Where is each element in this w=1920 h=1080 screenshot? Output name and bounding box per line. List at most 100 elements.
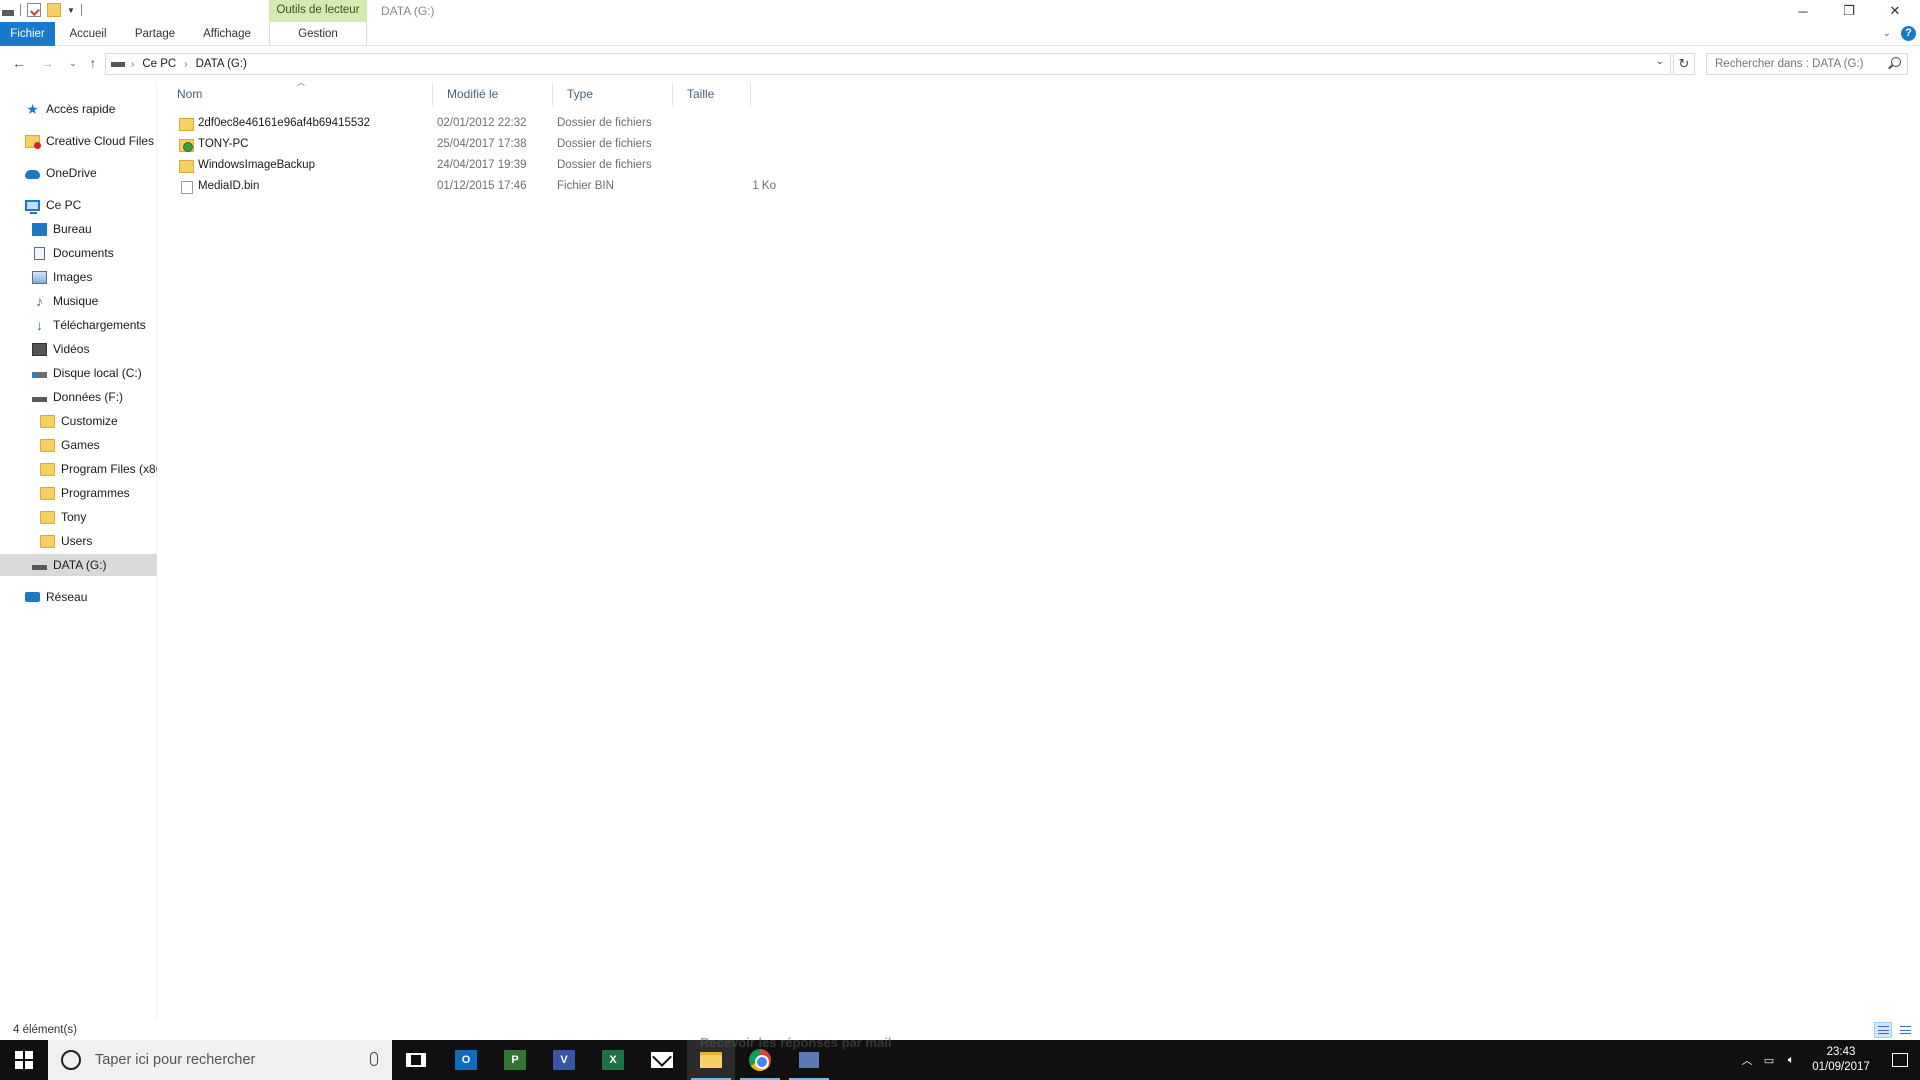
tab-fichier[interactable]: Fichier: [0, 22, 55, 46]
large-icons-view-icon: [1900, 1026, 1911, 1034]
breadcrumb-data-g[interactable]: DATA (G:): [196, 58, 247, 70]
tab-affichage[interactable]: Affichage: [196, 22, 258, 46]
sidebar-item-disque-local-c[interactable]: Disque local (C:): [0, 362, 157, 384]
outlook-button[interactable]: O: [442, 1040, 490, 1080]
sidebar-item-data-g[interactable]: DATA (G:): [0, 554, 157, 576]
file-name: TONY-PC: [198, 138, 249, 150]
back-arrow-icon[interactable]: ←: [10, 54, 28, 72]
column-header-modifie-le[interactable]: Modifié le: [432, 82, 552, 106]
expand-ribbon-icon[interactable]: ⌄: [1883, 28, 1891, 39]
volume-icon[interactable]: 🔈︎: [1780, 1040, 1802, 1080]
table-row[interactable]: MediaID.bin 01/12/2015 17:46 Fichier BIN…: [176, 177, 776, 198]
sidebar-item-onedrive[interactable]: OneDrive: [0, 162, 157, 184]
outlook-icon: O: [455, 1050, 477, 1070]
address-bar[interactable]: › Ce PC › DATA (G:) ⌄: [105, 53, 1671, 75]
drive-icon[interactable]: [2, 10, 14, 16]
restore-button[interactable]: ❐: [1826, 0, 1872, 22]
sidebar-item-programmes[interactable]: Programmes: [0, 482, 157, 504]
clock[interactable]: 23:43 01/09/2017: [1802, 1045, 1880, 1075]
file-type: Dossier de fichiers: [557, 159, 652, 171]
sidebar-item-label: Documents: [53, 246, 114, 260]
large-icons-view-button[interactable]: [1896, 1022, 1914, 1038]
sidebar-item-acces-rapide[interactable]: ★ Accès rapide: [0, 98, 157, 120]
action-center-button[interactable]: [1880, 1040, 1920, 1080]
close-button[interactable]: ✕: [1872, 0, 1918, 22]
minimize-button[interactable]: ─: [1780, 0, 1826, 22]
sidebar-item-games[interactable]: Games: [0, 434, 157, 456]
visio-button[interactable]: V: [540, 1040, 588, 1080]
tab-accueil[interactable]: Accueil: [62, 22, 114, 46]
customize-toolbar-icon[interactable]: ▼: [67, 6, 75, 15]
table-row[interactable]: WindowsImageBackup 24/04/2017 19:39 Doss…: [176, 156, 776, 177]
quick-access-toolbar: ▼: [2, 3, 82, 17]
search-box[interactable]: [1706, 53, 1908, 75]
chrome-icon: [749, 1049, 771, 1071]
sidebar-item-customize[interactable]: Customize: [0, 410, 157, 432]
search-icon[interactable]: [1891, 57, 1901, 67]
sidebar-item-label: Tony: [61, 510, 87, 524]
microphone-icon[interactable]: [370, 1052, 378, 1066]
title-bar: ▼ Outils de lecteur DATA (G:) ─ ❐ ✕: [0, 0, 1920, 22]
taskbar-search-box[interactable]: Taper ici pour rechercher: [48, 1040, 392, 1080]
sidebar-item-reseau[interactable]: Réseau: [0, 586, 157, 608]
sidebar-item-ce-pc[interactable]: Ce PC: [0, 194, 157, 216]
desktop-icon: [32, 222, 47, 236]
sidebar-item-label: Programmes: [61, 486, 130, 500]
recent-locations-chevron-icon[interactable]: ⌄: [64, 54, 82, 72]
help-icon[interactable]: ?: [1901, 26, 1916, 41]
start-button[interactable]: [0, 1040, 48, 1080]
sidebar-item-creative-cloud-files[interactable]: Creative Cloud Files: [0, 130, 157, 152]
column-header-nom[interactable]: Nom: [162, 82, 432, 106]
toolbar-divider: [20, 4, 21, 16]
tab-gestion[interactable]: Gestion: [269, 22, 367, 46]
music-icon: ♪: [36, 292, 43, 309]
refresh-icon[interactable]: ↻: [1673, 53, 1695, 75]
drive-icon: [32, 565, 47, 570]
star-icon: ★: [26, 100, 39, 117]
properties-icon[interactable]: [27, 3, 41, 17]
sidebar-item-label: Games: [61, 438, 100, 452]
folder-icon: [40, 486, 55, 500]
sidebar-item-images[interactable]: Images: [0, 266, 157, 288]
table-row[interactable]: TONY-PC 25/04/2017 17:38 Dossier de fich…: [176, 135, 776, 156]
sidebar-item-tony[interactable]: Tony: [0, 506, 157, 528]
sidebar-item-documents[interactable]: Documents: [0, 242, 157, 264]
sidebar-item-label: Images: [53, 270, 93, 284]
mail-button[interactable]: [638, 1040, 686, 1080]
taskbar-search-placeholder: Taper ici pour rechercher: [95, 1052, 256, 1068]
project-button[interactable]: P: [491, 1040, 539, 1080]
column-divider[interactable]: [750, 82, 751, 106]
folder-icon: [40, 462, 55, 476]
creative-cloud-folder-icon: [25, 134, 41, 149]
sidebar-item-users[interactable]: Users: [0, 530, 157, 552]
search-input[interactable]: [1715, 58, 1885, 70]
item-count: 4 élément(s): [13, 1024, 77, 1036]
network-app-icon: [799, 1052, 819, 1068]
column-header-type[interactable]: Type: [552, 82, 672, 106]
sidebar-item-bureau[interactable]: Bureau: [0, 218, 157, 240]
sidebar-item-program-files-x86[interactable]: Program Files (x86: [0, 458, 157, 480]
excel-button[interactable]: X: [589, 1040, 637, 1080]
address-dropdown-icon[interactable]: ⌄: [1656, 56, 1664, 67]
table-row[interactable]: 2df0ec8e46161e96af4b69415532 02/01/2012 …: [176, 114, 776, 135]
new-folder-icon[interactable]: [47, 3, 61, 17]
task-view-button[interactable]: [392, 1040, 440, 1080]
sidebar-item-telechargements[interactable]: ↓ Téléchargements: [0, 314, 157, 336]
forward-arrow-icon[interactable]: →: [38, 54, 56, 72]
breadcrumb-separator-icon[interactable]: ›: [131, 59, 134, 70]
documents-icon: [34, 246, 45, 260]
sidebar-item-label: OneDrive: [46, 166, 97, 180]
breadcrumb-ce-pc[interactable]: Ce PC: [142, 58, 176, 70]
tab-partage[interactable]: Partage: [128, 22, 182, 46]
details-view-button[interactable]: [1874, 1022, 1892, 1038]
up-arrow-icon[interactable]: ↑: [84, 54, 102, 72]
sidebar-item-videos[interactable]: Vidéos: [0, 338, 157, 360]
toolbar-divider: [80, 4, 82, 16]
column-header-taille[interactable]: Taille: [672, 82, 750, 106]
show-hidden-icons-chevron-icon[interactable]: ︿: [1736, 1040, 1758, 1080]
sidebar-item-donnees-f[interactable]: Données (F:): [0, 386, 157, 408]
network-status-icon[interactable]: ▭: [1758, 1040, 1780, 1080]
breadcrumb-separator-icon[interactable]: ›: [184, 59, 187, 70]
sidebar-item-musique[interactable]: ♪ Musique: [0, 290, 157, 312]
file-modified: 25/04/2017 17:38: [437, 138, 527, 150]
